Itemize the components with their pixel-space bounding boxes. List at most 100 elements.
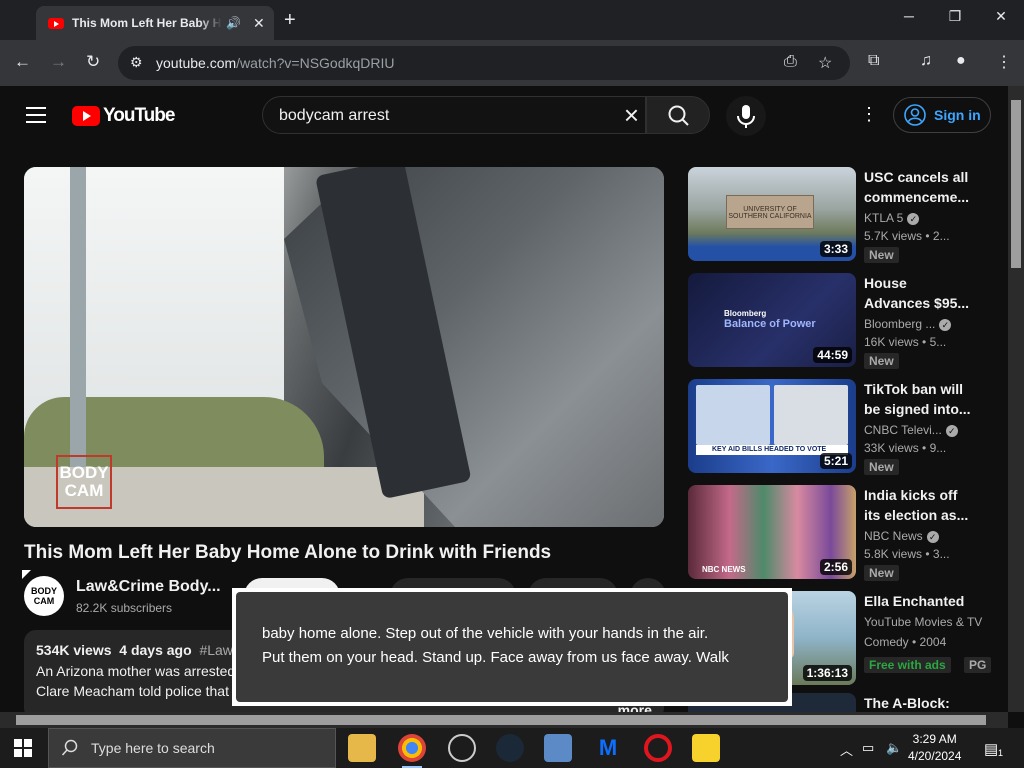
recommendation-item[interactable]: KEY AID BILLS HEADED TO VOTE 5:21 TikTok…: [688, 379, 988, 475]
taskbar-clock[interactable]: 3:29 AM 4/20/2024: [908, 731, 961, 765]
vertical-scrollbar-thumb[interactable]: [1011, 100, 1021, 268]
tray-overflow-icon[interactable]: ︿: [840, 740, 853, 759]
malwarebytes-icon[interactable]: M: [594, 734, 622, 762]
recommendation-title[interactable]: The A-Block:: [864, 693, 974, 712]
taskbar-search-placeholder: Type here to search: [91, 740, 215, 756]
video-player[interactable]: BODY CAM: [24, 167, 664, 527]
vertical-scrollbar[interactable]: [1008, 86, 1024, 712]
speaker-icon[interactable]: 🔊: [226, 16, 241, 30]
settings-menu-icon[interactable]: ⋮: [860, 104, 878, 125]
rating-badge: PG: [964, 657, 992, 673]
recommendation-channel[interactable]: NBC News: [864, 529, 923, 543]
guide-menu-icon[interactable]: [26, 107, 46, 128]
new-tab-icon[interactable]: +: [284, 9, 296, 32]
free-with-ads-badge: Free with ads: [864, 657, 951, 673]
search-input[interactable]: bodycam arrest ×: [262, 96, 646, 134]
taskbar-search-icon: [61, 739, 78, 756]
recommendation-title[interactable]: TikTok ban will be signed into...: [864, 379, 974, 419]
install-app-icon[interactable]: ⎙: [784, 53, 797, 71]
reload-icon[interactable]: ↻: [86, 52, 100, 72]
view-count: 534K views: [36, 642, 112, 658]
minimize-icon[interactable]: ─: [886, 8, 932, 24]
windows-start-icon[interactable]: [14, 739, 32, 757]
recommendation-channel[interactable]: KTLA 5: [864, 211, 903, 225]
recommendation-item[interactable]: NBC NEWS 2:56 India kicks off its electi…: [688, 485, 988, 581]
recommendation-title[interactable]: House Advances $95...: [864, 273, 974, 313]
new-badge: New: [864, 459, 899, 475]
recommendation-views: 5.8K views: [864, 547, 923, 561]
profile-icon[interactable]: ●: [956, 52, 966, 70]
recommendation-title[interactable]: Ella Enchanted: [864, 591, 974, 611]
extensions-icon[interactable]: ⧉: [868, 52, 879, 70]
recommendation-age: 9...: [929, 441, 947, 455]
recommendation-thumbnail[interactable]: UNIVERSITY OF SOUTHERN CALIFORNIA 3:33: [688, 167, 856, 261]
account-icon: [904, 104, 926, 126]
verified-icon: ✓: [907, 213, 920, 225]
recommendation-thumbnail[interactable]: Bloomberg Balance of Power 44:59: [688, 273, 856, 367]
paint-icon[interactable]: [544, 734, 572, 762]
new-badge: New: [864, 247, 899, 263]
url-host: youtube.com: [156, 55, 237, 71]
media-control-icon[interactable]: ♫: [920, 52, 932, 70]
bookmark-star-icon[interactable]: ☆: [818, 53, 832, 73]
network-icon[interactable]: ▭: [862, 740, 874, 756]
youtube-play-icon: [72, 106, 100, 126]
recommendation-item[interactable]: UNIVERSITY OF SOUTHERN CALIFORNIA 3:33 U…: [688, 167, 988, 263]
obs-icon[interactable]: [448, 734, 476, 762]
sign-in-button[interactable]: Sign in: [893, 97, 991, 133]
close-tab-icon[interactable]: ✕: [253, 15, 265, 32]
recommendation-genre: Comedy • 2004: [864, 635, 947, 649]
recommendation-channel[interactable]: CNBC Televi...: [864, 423, 942, 437]
verified-icon: ✓: [945, 425, 958, 437]
notifications-icon[interactable]: ▤: [984, 740, 998, 758]
back-icon[interactable]: ←: [14, 52, 31, 72]
window-close-icon[interactable]: ✕: [978, 8, 1024, 25]
steam-icon[interactable]: [496, 734, 524, 762]
channel-avatar[interactable]: BODY CAM: [24, 576, 64, 616]
clock-time: 3:29 AM: [912, 732, 957, 746]
channel-name[interactable]: Law&Crime Body...: [76, 578, 221, 596]
clock-date: 4/20/2024: [908, 749, 962, 763]
recommendation-title[interactable]: USC cancels all commenceme...: [864, 167, 974, 207]
clear-search-icon[interactable]: ×: [624, 100, 639, 131]
horizontal-scrollbar-thumb[interactable]: [16, 715, 986, 725]
taskbar-search-input[interactable]: Type here to search: [48, 728, 336, 768]
sign-in-label: Sign in: [934, 107, 981, 123]
horizontal-scrollbar[interactable]: [0, 712, 1008, 728]
forward-icon[interactable]: →: [50, 52, 67, 72]
microphone-icon: [737, 105, 755, 128]
recommendation-channel[interactable]: YouTube Movies & TV: [864, 615, 982, 629]
recommendation-thumbnail[interactable]: KEY AID BILLS HEADED TO VOTE 5:21: [688, 379, 856, 473]
verified-icon: ✓: [939, 319, 952, 331]
recommendation-age: 5...: [929, 335, 947, 349]
file-explorer-icon[interactable]: [348, 734, 376, 762]
video-duration: 3:33: [819, 241, 852, 257]
search-button[interactable]: [646, 96, 710, 134]
recommendation-item[interactable]: Bloomberg Balance of Power 44:59 House A…: [688, 273, 988, 369]
youtube-logo[interactable]: YouTube: [72, 105, 175, 127]
new-badge: New: [864, 353, 899, 369]
address-bar[interactable]: ⚙ youtube.com/watch?v=NSGodkqDRIU ⎙ ☆: [118, 46, 850, 80]
recommendation-views: 5.7K views: [864, 229, 923, 243]
voice-search-button[interactable]: [726, 96, 766, 136]
tab-title: This Mom Left Her Baby Home Alone to Dri…: [72, 16, 222, 30]
url-text: youtube.com/watch?v=NSGodkqDRIU: [156, 55, 395, 71]
browser-tab[interactable]: This Mom Left Her Baby Home Alone to Dri…: [36, 6, 274, 40]
chrome-icon[interactable]: [398, 734, 426, 768]
windows-taskbar: Type here to search M ︿ ▭ 🔈 3:29 AM 4/20…: [0, 728, 1024, 768]
opera-icon[interactable]: [644, 734, 672, 762]
recommendation-thumbnail[interactable]: NBC NEWS 2:56: [688, 485, 856, 579]
caption-line-2: Put them on your head. Stand up. Face aw…: [262, 649, 729, 666]
recommendation-channel[interactable]: Bloomberg ...: [864, 317, 935, 331]
video-duration: 5:21: [819, 453, 852, 469]
browser-menu-icon[interactable]: ⋮: [996, 52, 1012, 72]
youtube-wordmark: YouTube: [103, 105, 175, 126]
restore-icon[interactable]: ❐: [932, 8, 978, 25]
site-info-icon[interactable]: ⚙: [130, 54, 143, 71]
sticky-notes-icon[interactable]: [692, 734, 720, 762]
notification-count: 1: [998, 748, 1004, 758]
recommendation-age: 3...: [932, 547, 950, 561]
youtube-favicon-icon: [48, 17, 64, 29]
recommendation-title[interactable]: India kicks off its election as...: [864, 485, 974, 525]
volume-muted-icon[interactable]: 🔈: [886, 740, 902, 756]
